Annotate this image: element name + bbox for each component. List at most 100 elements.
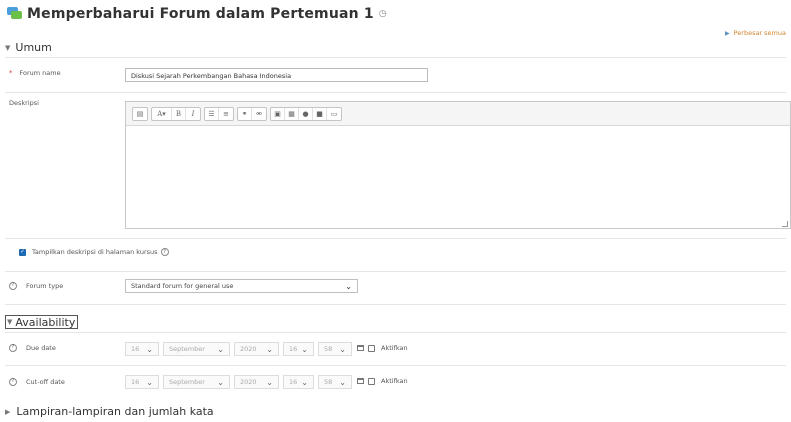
expand-arrow-icon: ▶ [724, 30, 730, 37]
due-month-select[interactable]: September ⌄ [163, 342, 230, 356]
description-textarea[interactable] [126, 126, 790, 229]
image-icon[interactable]: ▣ [271, 107, 285, 120]
due-minute-select[interactable]: 58 ⌄ [318, 342, 352, 356]
page-title: Memperbaharui Forum dalam Pertemuan 1 ◷ [7, 3, 387, 25]
chevron-down-icon: ⌄ [339, 377, 346, 387]
description-label-text: Deskripsi [9, 99, 39, 107]
cutoff-month-select[interactable]: September ⌄ [163, 375, 230, 389]
chevron-down-icon: ⌄ [266, 377, 273, 387]
section-general-toggle[interactable]: ▼ Umum [5, 41, 52, 54]
cutoff-minute-value: 58 [324, 378, 333, 386]
toolbar-group: ▤ [132, 106, 148, 121]
section-availability-label: Availability [15, 315, 76, 329]
due-hour-select[interactable]: 16 ⌄ [283, 342, 314, 356]
unlink-icon[interactable]: ⚮ [252, 108, 266, 120]
divider [5, 57, 786, 58]
divider [5, 238, 786, 239]
chevron-down-icon: ⌄ [339, 344, 346, 354]
cutoff-hour-value: 16 [289, 378, 298, 386]
divider [5, 271, 786, 272]
page-heading: Memperbaharui Forum dalam Pertemuan 1 [27, 6, 374, 22]
calendar-icon[interactable] [357, 378, 364, 384]
record-audio-icon[interactable]: ● [299, 107, 313, 120]
manage-files-icon[interactable]: ▭ [327, 108, 341, 120]
cutoff-day-value: 16 [131, 378, 140, 386]
help-icon[interactable]: ◷ [379, 9, 387, 19]
cutoff-date-label-text: Cut-off date [26, 378, 65, 386]
toolbar-toggle-icon[interactable]: ▤ [133, 108, 147, 120]
link-icon[interactable]: ⚭ [238, 107, 252, 120]
cutoff-hour-select[interactable]: 16 ⌄ [283, 375, 314, 389]
required-icon: * [9, 69, 13, 77]
chevron-down-icon: ▼ [7, 318, 13, 326]
section-availability-toggle[interactable]: ▼ Availability [5, 315, 79, 329]
italic-icon[interactable]: I [186, 108, 200, 120]
help-icon[interactable]: ? [9, 378, 17, 386]
forum-type-label-text: Forum type [26, 282, 64, 290]
forum-name-label-text: Forum name [19, 69, 61, 77]
divider [5, 92, 786, 93]
font-style-icon[interactable]: A ▾ [152, 107, 172, 120]
due-date-enable-checkbox[interactable] [368, 345, 375, 352]
cutoff-month-value: September [169, 378, 205, 386]
ordered-list-icon[interactable]: ≡ [219, 108, 233, 120]
forum-icon [7, 7, 23, 21]
toolbar-group: ☰ ≡ [204, 106, 234, 121]
section-attachments-toggle[interactable]: ▶ Lampiran-lampiran dan jumlah kata [5, 405, 214, 418]
chevron-down-icon: ⌄ [301, 377, 308, 387]
font-style-text: A [157, 109, 163, 118]
due-hour-value: 16 [289, 345, 298, 353]
chevron-down-icon: ⌄ [146, 377, 153, 387]
cutoff-minute-select[interactable]: 58 ⌄ [318, 375, 352, 389]
due-year-select[interactable]: 2020 ⌄ [234, 342, 279, 356]
cutoff-year-value: 2020 [240, 378, 257, 386]
toolbar-group: ⚭ ⚮ [237, 106, 267, 121]
expand-all-label: Perbesar semua [733, 29, 786, 37]
cutoff-date-label: ? Cut-off date [9, 378, 65, 386]
due-month-value: September [169, 345, 205, 353]
resize-handle-icon[interactable] [782, 221, 788, 227]
forum-type-select[interactable]: Standard forum for general use ⌄ [125, 279, 358, 293]
forum-type-value: Standard forum for general use [131, 282, 234, 290]
chevron-down-icon: ⌄ [301, 344, 308, 354]
due-date-label: ? Due date [9, 344, 56, 352]
chevron-down-icon: ▼ [5, 43, 11, 52]
expand-all-link[interactable]: ▶ Perbesar semua [725, 29, 786, 37]
bold-icon[interactable]: B [172, 107, 186, 120]
media-icon[interactable]: ▦ [285, 107, 299, 120]
cutoff-year-select[interactable]: 2020 ⌄ [234, 375, 279, 389]
chevron-down-icon: ⌄ [266, 344, 273, 354]
editor-toolbar: ▤ A ▾ B I ☰ ≡ ⚭ ⚮ ▣ ▦ ● ■ ▭ [126, 102, 790, 126]
section-attachments-label: Lampiran-lampiran dan jumlah kata [16, 405, 214, 418]
toolbar-group: ▣ ▦ ● ■ ▭ [270, 106, 342, 121]
due-day-value: 16 [131, 345, 140, 353]
help-icon[interactable]: ? [9, 344, 17, 352]
forum-name-input[interactable]: Diskusi Sejarah Perkembangan Bahasa Indo… [125, 68, 428, 82]
show-description-checkbox[interactable]: ✓ [19, 248, 26, 256]
cutoff-day-select[interactable]: 16 ⌄ [125, 375, 159, 389]
due-date-enable-label: Aktifkan [381, 344, 408, 352]
cutoff-date-enable-checkbox[interactable] [368, 378, 375, 385]
help-icon[interactable]: ? [9, 282, 17, 290]
due-minute-value: 58 [324, 345, 333, 353]
forum-type-label: ? Forum type [9, 282, 63, 290]
divider [5, 332, 786, 333]
forum-name-label: * Forum name [9, 69, 61, 77]
chevron-down-icon: ⌄ [217, 344, 224, 354]
show-description-row: ✓ Tampilkan deskripsi di halaman kursus … [19, 248, 169, 256]
calendar-icon[interactable] [357, 345, 364, 351]
chevron-down-icon: ⌄ [345, 281, 352, 291]
help-icon[interactable]: ? [160, 248, 169, 256]
toolbar-group: A ▾ B I [151, 106, 201, 121]
due-day-select[interactable]: 16 ⌄ [125, 342, 159, 356]
divider [5, 365, 786, 366]
due-date-label-text: Due date [26, 344, 56, 352]
section-general-label: Umum [15, 41, 52, 54]
description-label: Deskripsi [9, 99, 39, 107]
description-editor: ▤ A ▾ B I ☰ ≡ ⚭ ⚮ ▣ ▦ ● ■ ▭ [125, 101, 791, 229]
show-description-label: Tampilkan deskripsi di halaman kursus [32, 248, 158, 256]
unordered-list-icon[interactable]: ☰ [205, 107, 219, 120]
record-video-icon[interactable]: ■ [313, 107, 327, 120]
divider [5, 304, 786, 305]
chevron-down-icon: ⌄ [217, 377, 224, 387]
